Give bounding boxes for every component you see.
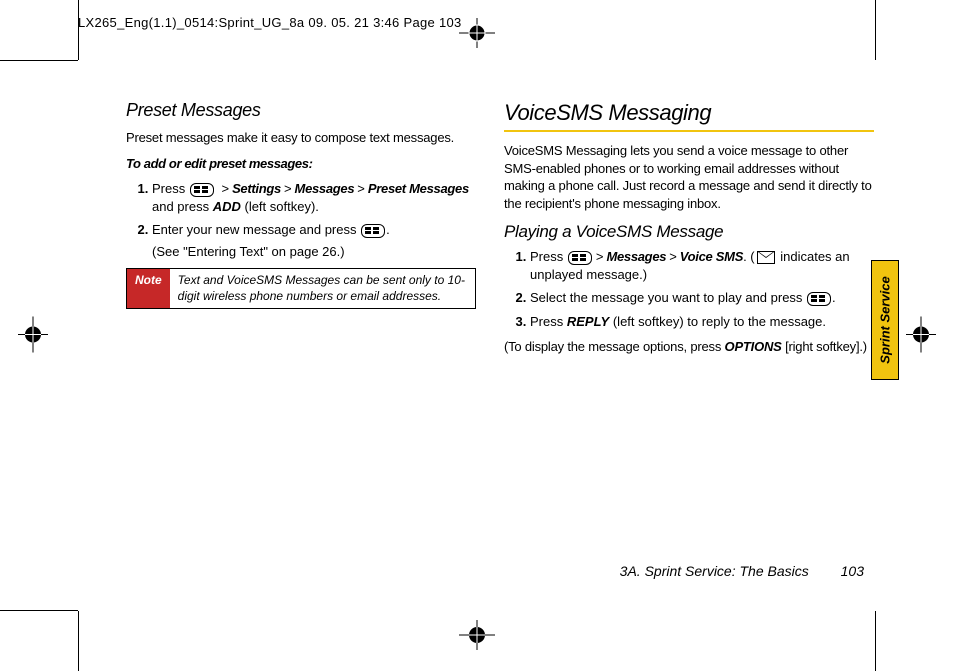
text: [right softkey].) [782, 339, 867, 354]
note-box: Note Text and VoiceSMS Messages can be s… [126, 268, 476, 309]
text: Press [530, 314, 567, 329]
crop-mark [875, 0, 876, 60]
text: (left softkey) to reply to the message. [609, 314, 826, 329]
ok-key-icon [190, 183, 214, 197]
text-reference: (See "Entering Text" on page 26.) [152, 243, 476, 261]
footer-section: 3A. Sprint Service: The Basics [620, 563, 809, 579]
preset-step-1: Press Settings Messages Preset Messages an… [152, 180, 476, 215]
crop-mark [0, 610, 78, 611]
preset-steps: Press Settings Messages Preset Messages an… [126, 180, 476, 260]
voicesms-intro: VoiceSMS Messaging lets you send a voice… [504, 142, 874, 212]
registration-mark-icon [459, 620, 495, 653]
page-content: Preset Messages Preset messages make it … [126, 100, 886, 591]
text: . ( [743, 249, 755, 264]
right-column: VoiceSMS Messaging VoiceSMS Messaging le… [504, 100, 874, 591]
print-header-info: LX265_Eng(1.1)_0514:Sprint_UG_8a 09. 05.… [78, 15, 462, 30]
voicesms-step-3: Press REPLY (left softkey) to reply to t… [530, 313, 874, 331]
menu-path: Preset Messages [368, 181, 469, 196]
left-column: Preset Messages Preset messages make it … [126, 100, 476, 591]
note-text: Text and VoiceSMS Messages can be sent o… [170, 269, 475, 308]
softkey-label: REPLY [567, 314, 609, 329]
preset-step-2: Enter your new message and press . (See … [152, 221, 476, 260]
text: Press [152, 181, 189, 196]
voicesms-step-2: Select the message you want to play and … [530, 289, 874, 307]
voicesms-step-1: Press MessagesVoice SMS. ( indicates an … [530, 248, 874, 283]
menu-path: Settings [232, 181, 281, 196]
heading-playing-voicesms: Playing a VoiceSMS Message [504, 222, 874, 242]
text: (left softkey). [241, 199, 319, 214]
side-tab-label: Sprint Service [878, 276, 893, 363]
crop-mark [78, 611, 79, 671]
crop-mark [78, 0, 79, 60]
registration-mark-icon [459, 18, 495, 51]
menu-path: Messages [295, 181, 355, 196]
page-number: 103 [841, 563, 864, 579]
preset-lead: To add or edit preset messages: [126, 155, 476, 173]
menu-path: Voice SMS [680, 249, 743, 264]
menu-path: Messages [606, 249, 666, 264]
preset-intro: Preset messages make it easy to compose … [126, 129, 476, 147]
text: . [386, 222, 390, 237]
registration-mark-icon [906, 316, 936, 355]
registration-mark-icon [18, 316, 48, 355]
ok-key-icon [361, 224, 385, 238]
voicesms-steps: Press MessagesVoice SMS. ( indicates an … [504, 248, 874, 330]
heading-voicesms: VoiceSMS Messaging [504, 100, 874, 126]
note-label: Note [127, 269, 170, 308]
softkey-label: ADD [213, 199, 241, 214]
text: Enter your new message and press [152, 222, 360, 237]
text: . [832, 290, 836, 305]
ok-key-icon [807, 292, 831, 306]
text: Press [530, 249, 567, 264]
page-footer: 3A. Sprint Service: The Basics 103 [620, 563, 864, 579]
text: Select the message you want to play and … [530, 290, 806, 305]
text: and press [152, 199, 213, 214]
softkey-label: OPTIONS [725, 339, 782, 354]
voicesms-postnote: (To display the message options, press O… [504, 338, 874, 356]
envelope-icon [757, 251, 775, 264]
text: (To display the message options, press [504, 339, 725, 354]
crop-mark [875, 611, 876, 671]
heading-preset-messages: Preset Messages [126, 100, 476, 121]
side-tab: Sprint Service [871, 260, 899, 380]
ok-key-icon [568, 251, 592, 265]
section-rule [504, 130, 874, 132]
crop-mark [0, 60, 78, 61]
